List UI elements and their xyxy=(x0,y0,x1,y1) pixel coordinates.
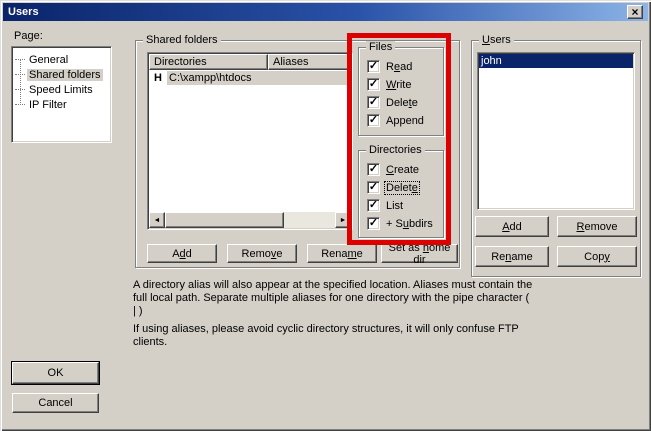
checkbox-files-write[interactable]: ✓ Write xyxy=(367,78,412,91)
window-title: Users xyxy=(8,6,39,18)
checkbox-files-delete[interactable]: ✓ Delete xyxy=(367,96,419,109)
checkbox-box: ✓ xyxy=(367,199,380,212)
set-as-home-dir-button[interactable]: Set as home dir xyxy=(381,244,458,263)
page-tree[interactable]: General Shared folders Speed Limits IP F… xyxy=(11,46,112,143)
tree-item-label: Speed Limits xyxy=(27,84,95,96)
rename-folder-button[interactable]: Rename xyxy=(307,244,377,263)
add-user-button-label: Add xyxy=(502,221,522,233)
checkbox-label: Create xyxy=(385,164,420,176)
tree-item-ip-filter[interactable]: IP Filter xyxy=(12,97,111,112)
checkbox-files-read[interactable]: ✓ Read xyxy=(367,60,413,73)
tree-item-general[interactable]: General xyxy=(12,52,111,67)
rename-user-button-label: Rename xyxy=(491,251,533,263)
help-text: A directory alias will also appear at th… xyxy=(133,279,535,349)
page-label: Page: xyxy=(14,30,43,42)
checkbox-label: List xyxy=(385,200,404,212)
checkmark-icon: ✓ xyxy=(369,62,378,71)
checkbox-dirs-list[interactable]: ✓ List xyxy=(367,199,404,212)
copy-user-button-label: Copy xyxy=(584,251,610,263)
users-dialog: Users × Page: General Shared folders Spe… xyxy=(0,0,651,431)
checkbox-label: Write xyxy=(385,79,412,91)
checkmark-icon: ✓ xyxy=(369,80,378,89)
checkbox-label: Delete xyxy=(385,97,419,109)
users-list[interactable]: john xyxy=(477,52,635,210)
remove-folder-button[interactable]: Remove xyxy=(227,244,297,263)
remove-folder-button-label: Remove xyxy=(242,248,283,260)
close-button[interactable]: × xyxy=(627,5,643,19)
help-paragraph-aliases: A directory alias will also appear at th… xyxy=(133,279,535,318)
shared-folders-list[interactable]: Directories Aliases H C:\xampp\htdocs ◄ … xyxy=(147,52,353,230)
scroll-left-icon: ◄ xyxy=(154,217,161,224)
titlebar[interactable]: Users × xyxy=(3,3,648,21)
checkbox-dirs-create[interactable]: ✓ Create xyxy=(367,163,420,176)
checkbox-box: ✓ xyxy=(367,60,380,73)
set-as-home-dir-button-label: Set as home dir xyxy=(382,242,457,266)
remove-user-button-label: Remove xyxy=(577,221,618,233)
tree-connector xyxy=(15,89,25,90)
scroll-right-button[interactable]: ► xyxy=(335,212,351,228)
ok-button[interactable]: OK xyxy=(12,362,99,384)
shared-folders-group-label: Shared folders xyxy=(143,34,221,46)
checkbox-box: ✓ xyxy=(367,181,380,194)
tree-item-speed-limits[interactable]: Speed Limits xyxy=(12,82,111,97)
remove-user-button[interactable]: Remove xyxy=(557,216,637,237)
help-paragraph-cyclic: If using aliases, please avoid cyclic di… xyxy=(133,323,535,349)
checkbox-label: Delete xyxy=(385,182,419,194)
checkbox-label: Append xyxy=(385,115,425,127)
scroll-left-button[interactable]: ◄ xyxy=(149,212,165,228)
checkbox-box: ✓ xyxy=(367,163,380,176)
tree-item-label: General xyxy=(27,54,70,66)
shared-folder-row[interactable]: H C:\xampp\htdocs xyxy=(149,70,351,85)
tree-connector xyxy=(15,74,25,75)
checkmark-icon: ✓ xyxy=(369,98,378,107)
users-group-label: Users xyxy=(479,34,514,46)
add-user-button[interactable]: Add xyxy=(475,216,549,237)
checkbox-label: Read xyxy=(385,61,413,73)
rename-folder-button-label: Rename xyxy=(321,248,363,260)
tree-item-label: Shared folders xyxy=(27,69,103,81)
directories-group: Directories ✓ Create ✓ Delete ✓ List ✓ +… xyxy=(358,150,444,238)
cancel-button[interactable]: Cancel xyxy=(12,393,99,413)
checkmark-icon: ✓ xyxy=(369,165,378,174)
horizontal-scrollbar[interactable]: ◄ ► xyxy=(149,212,351,228)
files-group: Files ✓ Read ✓ Write ✓ Delete ✓ Append xyxy=(358,47,444,136)
checkmark-icon: ✓ xyxy=(369,201,378,210)
checkbox-dirs-delete[interactable]: ✓ Delete xyxy=(367,181,419,194)
add-folder-button-label: Add xyxy=(172,248,192,260)
checkmark-icon: ✓ xyxy=(369,116,378,125)
add-folder-button[interactable]: Add xyxy=(147,244,217,263)
list-header: Directories Aliases xyxy=(149,54,351,70)
tree-connector xyxy=(15,104,25,105)
checkbox-box: ✓ xyxy=(367,78,380,91)
column-header-aliases[interactable]: Aliases xyxy=(268,54,351,70)
home-marker: H xyxy=(149,72,167,84)
scrollbar-track[interactable] xyxy=(284,212,335,228)
directories-group-label: Directories xyxy=(366,144,425,156)
copy-user-button[interactable]: Copy xyxy=(557,246,637,267)
ok-button-label: OK xyxy=(48,367,64,379)
scroll-right-icon: ► xyxy=(340,217,347,224)
user-list-item[interactable]: john xyxy=(479,54,633,68)
cancel-button-label: Cancel xyxy=(38,397,72,409)
files-group-label: Files xyxy=(366,41,395,53)
checkbox-box: ✓ xyxy=(367,217,380,230)
column-header-directories[interactable]: Directories xyxy=(149,54,268,70)
checkmark-icon: ✓ xyxy=(369,219,378,228)
close-icon: × xyxy=(631,7,638,17)
checkbox-box: ✓ xyxy=(367,96,380,109)
tree-item-label: IP Filter xyxy=(27,99,69,111)
checkbox-files-append[interactable]: ✓ Append xyxy=(367,114,425,127)
scrollbar-thumb[interactable] xyxy=(165,212,284,228)
checkbox-dirs-subdirs[interactable]: ✓ + Subdirs xyxy=(367,217,434,230)
checkmark-icon: ✓ xyxy=(369,183,378,192)
checkbox-box: ✓ xyxy=(367,114,380,127)
checkbox-label: + Subdirs xyxy=(385,218,434,230)
rename-user-button[interactable]: Rename xyxy=(475,246,549,267)
directory-path: C:\xampp\htdocs xyxy=(167,71,351,85)
tree-connector xyxy=(15,59,25,60)
tree-item-shared-folders[interactable]: Shared folders xyxy=(12,67,111,82)
